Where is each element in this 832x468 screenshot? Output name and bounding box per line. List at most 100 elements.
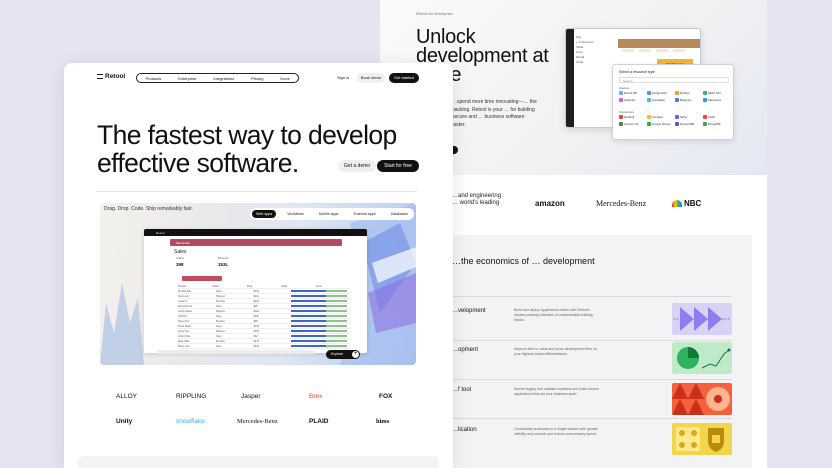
retool-logo[interactable]: Retool (97, 73, 125, 80)
enterprise-kicker: Retool for Enterprise (416, 11, 453, 16)
resource-item[interactable]: Firebase (647, 115, 675, 119)
resource-section-label: Operations (619, 110, 634, 114)
resource-item[interactable]: Retool DB (619, 91, 647, 95)
resource-icon (619, 98, 623, 102)
resource-grid: Redshift Firebase Stripe Twilio Amazon S… (619, 115, 731, 126)
start-for-free-button[interactable]: Start for free (377, 160, 419, 172)
alloy-logo: ALLOY (116, 393, 137, 400)
resource-item[interactable]: BigQuery (675, 98, 703, 102)
resource-icon (647, 98, 651, 102)
nbc-logo: NBC (672, 199, 701, 208)
resource-icon (619, 91, 623, 95)
resource-item[interactable]: Redshift (619, 115, 647, 119)
resource-item[interactable]: Snowflake (647, 98, 675, 102)
rippling-logo: RIPPLING (176, 393, 207, 400)
mercedes-benz-logo: Mercedes-Benz (596, 199, 647, 208)
stat-card: Revenue 153L (218, 257, 229, 267)
tab-web-apps[interactable]: Web apps (252, 210, 277, 218)
app-toolbar (618, 39, 700, 52)
economics-row-desc: Build and deploy applications faster wit… (514, 308, 593, 322)
economics-row-desc: Consolidate processes to a single surfac… (514, 427, 599, 436)
tab-external-apps[interactable]: External apps (350, 210, 380, 218)
brex-logo: Brex (309, 393, 323, 400)
book-demo-button[interactable]: Book demo (357, 73, 385, 83)
enterprise-body: …spend more time innovating—… the backlo… (452, 99, 537, 128)
velocity-illustration (672, 303, 732, 335)
resource-section-label: Queries (619, 86, 630, 90)
economics-title: …the economics of … development (452, 256, 595, 266)
resource-icon (619, 115, 623, 119)
resource-icon (675, 122, 679, 126)
get-started-button[interactable]: Get started (389, 73, 419, 83)
resource-item[interactable]: Google Sheets (647, 122, 675, 126)
tab-databases[interactable]: Databases (387, 210, 412, 218)
resource-icon (675, 115, 679, 119)
nav-pricing[interactable]: Pricing (251, 76, 263, 81)
visibility-illustration (672, 423, 732, 455)
resource-item[interactable]: MySQL (675, 91, 703, 95)
consolidation-illustration (672, 383, 732, 415)
resource-icon (703, 115, 707, 119)
orders-table: Product Status Price Stock Trend Air Max Plu… (178, 284, 350, 349)
economics-row-desc: Improve time to value and focus developm… (514, 347, 598, 356)
economics-row-label: …opment (452, 347, 479, 353)
resource-item[interactable]: Twilio (703, 115, 731, 119)
resource-item[interactable]: Salesforce (703, 98, 731, 102)
product-tabs: Web apps Workflows Mobile apps External … (250, 208, 414, 220)
economics-row-label: …f tool (452, 387, 472, 393)
jasper-logo: Jasper (241, 393, 261, 400)
sign-in-link[interactable]: Sign in (337, 75, 349, 80)
explore-button[interactable]: Explore + (326, 350, 360, 359)
divider (438, 418, 732, 419)
resource-icon (675, 98, 679, 102)
table-row[interactable]: Metro Low Open $100 (178, 344, 350, 349)
retool-home-page: Retool Products Enterprise Integrations … (64, 63, 453, 468)
showcase-tagline: Drag. Drop. Code. Ship remarkably fast. (104, 206, 193, 212)
main-nav: Products Enterprise Integrations Pricing… (136, 73, 299, 83)
hims-logo: hims (376, 418, 390, 425)
tree-item: Chart (576, 60, 584, 64)
resource-item[interactable]: MongoDB (703, 122, 731, 126)
amazon-logo: amazon (535, 199, 565, 208)
tab-mobile-apps[interactable]: Mobile apps (315, 210, 342, 218)
nav-integrations[interactable]: Integrations (213, 76, 234, 81)
resource-item[interactable]: Stripe (675, 115, 703, 119)
resource-icon (647, 115, 651, 119)
resource-picker-panel: Select a resource type Search Queries Re… (612, 64, 734, 140)
resource-item[interactable]: REST API (703, 91, 731, 95)
resource-item[interactable]: GraphQL (619, 98, 647, 102)
nav-products[interactable]: Products (145, 76, 161, 81)
divider (438, 340, 732, 341)
resource-icon (647, 91, 651, 95)
get-a-demo-button[interactable]: Get a demo (338, 160, 376, 172)
resource-item[interactable]: DynamoDB (675, 122, 703, 126)
demo-app-title: Sales (174, 249, 187, 255)
nav-docs[interactable]: Docs (280, 76, 289, 81)
economics-row-label: …lication (452, 427, 477, 433)
product-showcase: Drag. Drop. Code. Ship remarkably fast. … (100, 203, 416, 365)
resource-item[interactable]: PostgreSQL (647, 91, 675, 95)
chevrons-icon (674, 307, 730, 331)
demo-app-preview: Retool Mercantile Sales Orders 398 Revenu… (144, 229, 367, 353)
nbc-peacock-icon (672, 200, 682, 207)
demo-app-topbar: Retool (144, 229, 367, 236)
retool-mark-icon (97, 74, 103, 79)
customers-intro: …and engineering … world's leading (452, 193, 502, 206)
nav-enterprise[interactable]: Enterprise (178, 76, 196, 81)
app-tree: App + component Table Form Modal Chart (576, 35, 593, 65)
stat-card: Orders 398 (176, 257, 184, 267)
tab-workflows[interactable]: Workflows (283, 210, 308, 218)
showcase-scrubber[interactable] (157, 350, 315, 354)
create-order-button[interactable] (182, 276, 222, 281)
next-section-card (78, 456, 439, 468)
resource-picker-heading: Select a resource type (619, 70, 655, 74)
resource-search-input[interactable]: Search (619, 77, 729, 83)
triangle-pattern-icon (672, 383, 730, 415)
economics-row-desc: Sunset legacy and outdated systems and b… (514, 387, 599, 396)
unity-logo: Unity (116, 418, 133, 425)
mercedes-benz-logo: Mercedes-Benz (237, 418, 278, 425)
growth-illustration (672, 342, 732, 374)
resource-item[interactable]: Amazon S3 (619, 122, 647, 126)
resource-icon (619, 122, 623, 126)
resource-icon (703, 91, 707, 95)
